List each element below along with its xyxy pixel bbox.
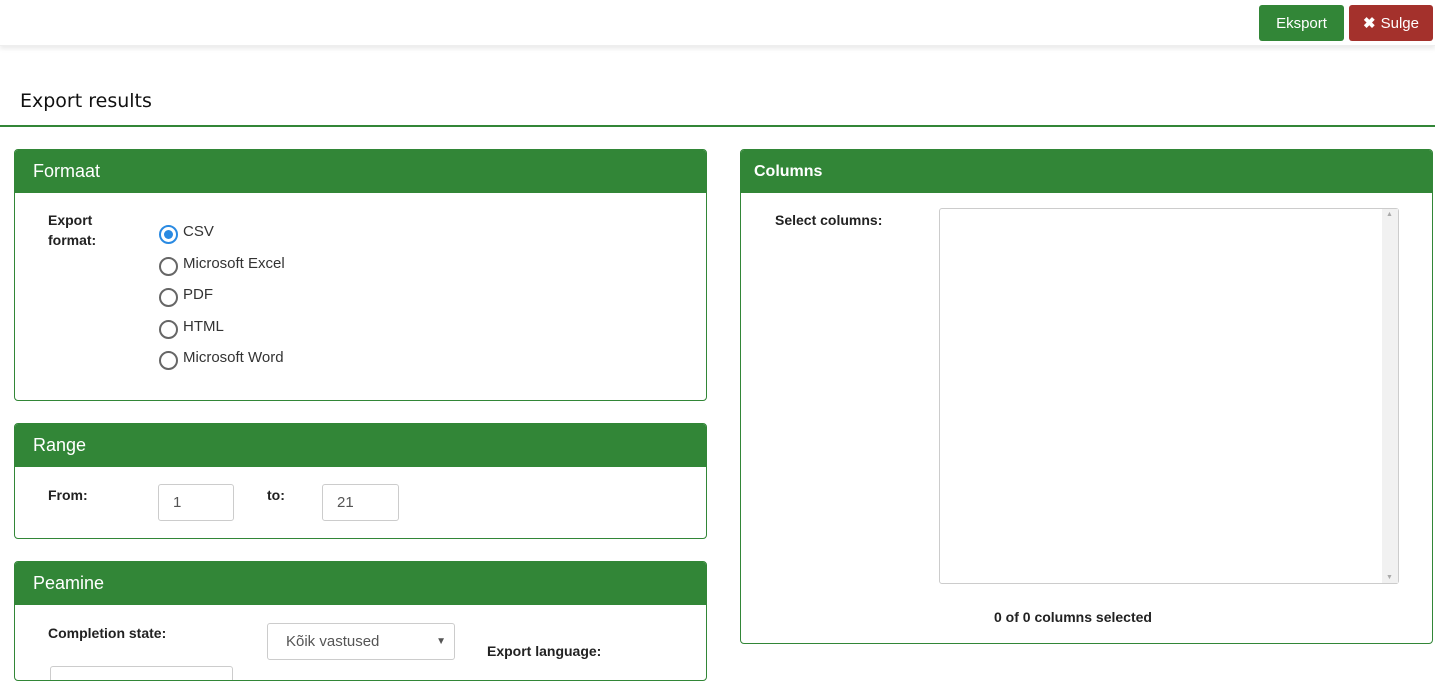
to-label: to: bbox=[267, 487, 285, 503]
radio-excel[interactable]: Microsoft Excel bbox=[159, 254, 285, 276]
scroll-up-icon: ▲ bbox=[1386, 211, 1393, 218]
columns-panel: Columns Select columns: ▲ ▼ 0 of 0 column… bbox=[740, 149, 1433, 644]
close-button[interactable]: ✖ Sulge bbox=[1349, 5, 1433, 41]
panel-heading: Formaat bbox=[15, 150, 706, 193]
divider bbox=[0, 125, 1435, 127]
export-language-label: Export language: bbox=[487, 643, 602, 659]
radio-pdf[interactable]: PDF bbox=[159, 285, 213, 307]
panel-heading: Peamine bbox=[15, 562, 706, 605]
select-columns-label: Select columns: bbox=[775, 212, 883, 228]
times-icon: ✖ bbox=[1363, 15, 1376, 32]
radio-word[interactable]: Microsoft Word bbox=[159, 348, 284, 370]
format-panel: Formaat Export format: CSV Microsoft Exc… bbox=[14, 149, 707, 401]
caret-down-icon: ▼ bbox=[436, 636, 446, 647]
export-format-label: Export format: bbox=[48, 212, 97, 248]
radio-csv[interactable]: CSV bbox=[159, 222, 214, 244]
range-panel: Range From: 1 to: 21 bbox=[14, 423, 707, 539]
columns-listbox[interactable]: ▲ ▼ bbox=[939, 208, 1399, 584]
radio-icon bbox=[159, 320, 178, 339]
radio-html[interactable]: HTML bbox=[159, 317, 224, 339]
top-toolbar: Eksport ✖ Sulge bbox=[0, 0, 1435, 46]
radio-icon bbox=[159, 288, 178, 307]
text-input[interactable] bbox=[50, 666, 233, 680]
panel-heading: Range bbox=[15, 424, 706, 467]
completion-state-select[interactable]: Kõik vastused ▼ bbox=[267, 623, 455, 660]
page-title: Export results bbox=[20, 90, 152, 112]
completion-state-label: Completion state: bbox=[48, 625, 167, 641]
radio-checked-icon bbox=[159, 225, 178, 244]
to-input[interactable]: 21 bbox=[322, 484, 399, 521]
from-label: From: bbox=[48, 487, 88, 503]
export-button[interactable]: Eksport bbox=[1259, 5, 1344, 41]
main-panel: Peamine Completion state: Kõik vastused ▼… bbox=[14, 561, 707, 681]
from-input[interactable]: 1 bbox=[158, 484, 234, 521]
columns-selected-status: 0 of 0 columns selected bbox=[994, 609, 1152, 625]
panel-heading: Columns bbox=[741, 150, 1432, 193]
radio-icon bbox=[159, 257, 178, 276]
scroll-down-icon: ▼ bbox=[1386, 574, 1393, 581]
scrollbar[interactable]: ▲ ▼ bbox=[1382, 209, 1398, 583]
radio-icon bbox=[159, 351, 178, 370]
